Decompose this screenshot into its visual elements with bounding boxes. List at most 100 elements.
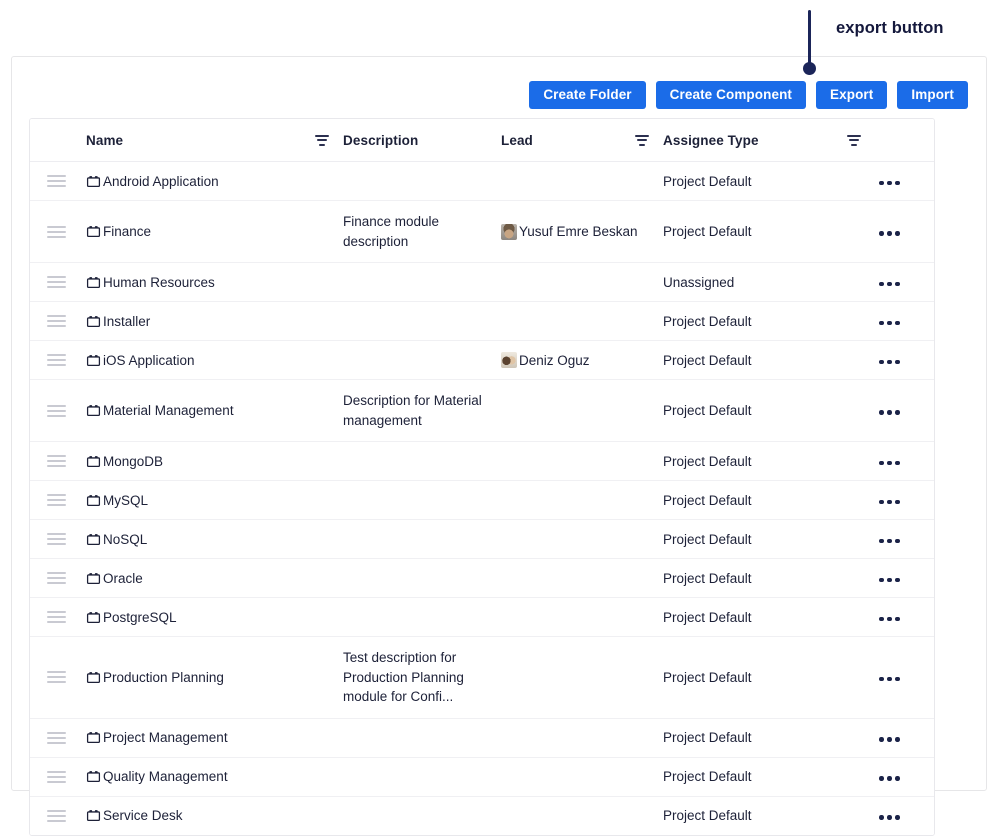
export-button[interactable]: Export bbox=[816, 81, 887, 109]
row-actions-menu-icon[interactable] bbox=[877, 811, 902, 824]
component-name-human-resources[interactable]: Human Resources bbox=[103, 274, 215, 291]
component-name-mysql[interactable]: MySQL bbox=[103, 492, 148, 509]
row-actions-menu-icon[interactable] bbox=[877, 673, 902, 686]
lead-cell bbox=[501, 162, 663, 201]
assignee-type-quality-management: Project Default bbox=[663, 758, 875, 795]
drag-handle-icon[interactable] bbox=[47, 315, 66, 327]
row-actions-menu-icon[interactable] bbox=[877, 772, 902, 785]
table-row[interactable]: MongoDBProject Default bbox=[30, 442, 934, 481]
assignee-type-human-resources: Unassigned bbox=[663, 264, 875, 301]
component-name-android-application[interactable]: Android Application bbox=[103, 173, 219, 190]
row-actions-menu-icon[interactable] bbox=[877, 535, 902, 548]
import-button[interactable]: Import bbox=[897, 81, 968, 109]
table-row[interactable]: Material ManagementDescription for Mater… bbox=[30, 380, 934, 442]
component-name-production-planning[interactable]: Production Planning bbox=[103, 669, 224, 686]
assignee-type-cell: Project Default bbox=[663, 201, 875, 263]
drag-handle-icon[interactable] bbox=[47, 671, 66, 683]
row-actions-menu-icon[interactable] bbox=[877, 574, 902, 587]
column-header-assignee[interactable]: Assignee Type bbox=[663, 119, 875, 162]
row-menu-cell bbox=[875, 718, 934, 757]
row-actions-menu-icon[interactable] bbox=[877, 317, 902, 330]
drag-handle-icon[interactable] bbox=[47, 175, 66, 187]
description-text-installer bbox=[343, 310, 501, 332]
description-text-quality-management bbox=[343, 766, 501, 788]
lead-name-finance: Yusuf Emre Beskan bbox=[519, 224, 638, 239]
table-row[interactable]: Production PlanningTest description for … bbox=[30, 637, 934, 719]
lead-cell bbox=[501, 718, 663, 757]
component-name-project-management[interactable]: Project Management bbox=[103, 729, 228, 746]
row-menu-cell bbox=[875, 796, 934, 835]
drag-cell bbox=[30, 442, 86, 481]
table-row[interactable]: InstallerProject Default bbox=[30, 302, 934, 341]
column-header-label-assignee: Assignee Type bbox=[663, 133, 759, 148]
component-name-finance[interactable]: Finance bbox=[103, 223, 151, 240]
table-row[interactable]: Quality Management Project Default bbox=[30, 757, 934, 796]
row-actions-menu-icon[interactable] bbox=[877, 457, 902, 470]
row-menu-cell bbox=[875, 598, 934, 637]
description-text-mysql bbox=[343, 489, 501, 511]
component-name-postgresql[interactable]: PostgreSQL bbox=[103, 609, 177, 626]
row-actions-menu-icon[interactable] bbox=[877, 613, 902, 626]
row-actions-menu-icon[interactable] bbox=[877, 356, 902, 369]
table-row[interactable]: Service Desk Project Default bbox=[30, 796, 934, 835]
drag-cell bbox=[30, 162, 86, 201]
create-folder-button[interactable]: Create Folder bbox=[529, 81, 645, 109]
table-row[interactable]: OracleProject Default bbox=[30, 559, 934, 598]
description-cell bbox=[343, 757, 501, 796]
table-row[interactable]: Android ApplicationProject Default bbox=[30, 162, 934, 201]
drag-handle-icon[interactable] bbox=[47, 533, 66, 545]
assignee-type-cell: Project Default bbox=[663, 796, 875, 835]
table-row[interactable]: NoSQLProject Default bbox=[30, 520, 934, 559]
drag-handle-icon[interactable] bbox=[47, 611, 66, 623]
filter-bar bbox=[317, 139, 327, 141]
table-row[interactable]: PostgreSQL Project Default bbox=[30, 598, 934, 637]
component-name-oracle[interactable]: Oracle bbox=[103, 570, 143, 587]
table-row[interactable]: MySQLProject Default bbox=[30, 481, 934, 520]
component-name-nosql[interactable]: NoSQL bbox=[103, 531, 147, 548]
component-name-ios-application[interactable]: iOS Application bbox=[103, 352, 195, 369]
assignee-type-service-desk: Project Default bbox=[663, 797, 875, 834]
row-actions-menu-icon[interactable] bbox=[877, 227, 902, 240]
row-actions-menu-icon[interactable] bbox=[877, 278, 902, 291]
drag-handle-icon[interactable] bbox=[47, 276, 66, 288]
table-row[interactable]: iOS ApplicationDeniz OguzProject Default bbox=[30, 341, 934, 380]
assignee-type-material-management: Project Default bbox=[663, 392, 875, 429]
drag-handle-icon[interactable] bbox=[47, 354, 66, 366]
row-actions-menu-icon[interactable] bbox=[877, 733, 902, 746]
lead-cell: Yusuf Emre Beskan bbox=[501, 201, 663, 263]
assignee-type-finance: Project Default bbox=[663, 213, 875, 250]
filter-icon-lead[interactable] bbox=[635, 135, 649, 146]
annotation-label: export button bbox=[836, 19, 944, 38]
drag-handle-icon[interactable] bbox=[47, 226, 66, 238]
component-name-mongodb[interactable]: MongoDB bbox=[103, 453, 163, 470]
column-header-lead[interactable]: Lead bbox=[501, 119, 663, 162]
row-actions-menu-icon[interactable] bbox=[877, 177, 902, 190]
filter-icon-assignee[interactable] bbox=[847, 135, 861, 146]
description-cell bbox=[343, 718, 501, 757]
column-header-desc: Description bbox=[343, 119, 501, 162]
column-header-name[interactable]: Name bbox=[86, 119, 343, 162]
row-actions-menu-icon[interactable] bbox=[877, 496, 902, 509]
drag-handle-icon[interactable] bbox=[47, 572, 66, 584]
name-cell: Project Management bbox=[86, 718, 343, 757]
drag-handle-icon[interactable] bbox=[47, 494, 66, 506]
drag-handle-icon[interactable] bbox=[47, 405, 66, 417]
component-name-service-desk[interactable]: Service Desk bbox=[103, 807, 183, 824]
drag-handle-icon[interactable] bbox=[47, 732, 66, 744]
component-name-quality-management[interactable]: Quality Management bbox=[103, 768, 228, 785]
table-row[interactable]: Project ManagementProject Default bbox=[30, 718, 934, 757]
table-row[interactable]: Human Resources Unassigned bbox=[30, 263, 934, 302]
row-menu-cell bbox=[875, 162, 934, 201]
component-name-installer[interactable]: Installer bbox=[103, 313, 150, 330]
drag-handle-icon[interactable] bbox=[47, 455, 66, 467]
row-menu-cell bbox=[875, 559, 934, 598]
row-actions-menu-icon[interactable] bbox=[877, 406, 902, 419]
component-name-material-management[interactable]: Material Management bbox=[103, 402, 234, 419]
filter-icon-name[interactable] bbox=[315, 135, 329, 146]
filter-bar bbox=[849, 139, 859, 141]
table-row[interactable]: FinanceFinance module descriptionYusuf E… bbox=[30, 201, 934, 263]
assignee-type-postgresql: Project Default bbox=[663, 599, 875, 636]
create-component-button[interactable]: Create Component bbox=[656, 81, 806, 109]
drag-handle-icon[interactable] bbox=[47, 771, 66, 783]
drag-handle-icon[interactable] bbox=[47, 810, 66, 822]
